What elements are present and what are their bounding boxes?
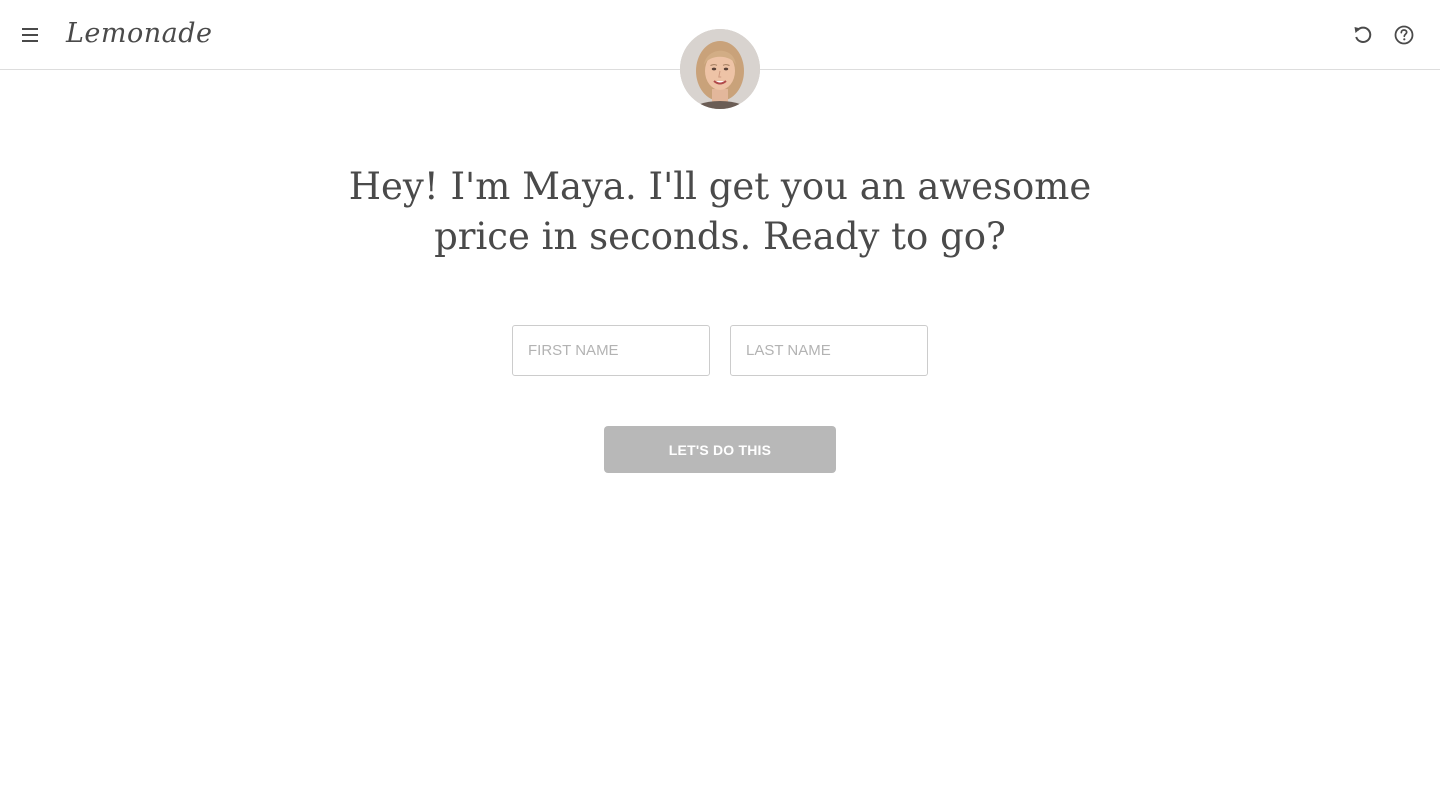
first-name-input[interactable] (512, 325, 710, 376)
maya-avatar (680, 29, 760, 109)
restart-button[interactable] (1351, 23, 1375, 47)
menu-button[interactable] (18, 23, 42, 47)
help-button[interactable] (1392, 23, 1416, 47)
last-name-input[interactable] (730, 325, 928, 376)
help-icon (1394, 25, 1414, 45)
lemonade-logo[interactable]: Lemonade (66, 14, 213, 54)
headline-line-1: Hey! I'm Maya. I'll get you an awesome (348, 165, 1092, 208)
lets-do-this-button[interactable]: LET'S DO THIS (604, 426, 836, 473)
assistant-headline: Hey! I'm Maya. I'll get you an awesome p… (320, 162, 1120, 262)
restart-icon (1354, 26, 1372, 43)
headline-line-2: price in seconds. Ready to go? (434, 215, 1006, 258)
hamburger-icon (22, 28, 38, 42)
person-photo-icon (680, 29, 760, 109)
